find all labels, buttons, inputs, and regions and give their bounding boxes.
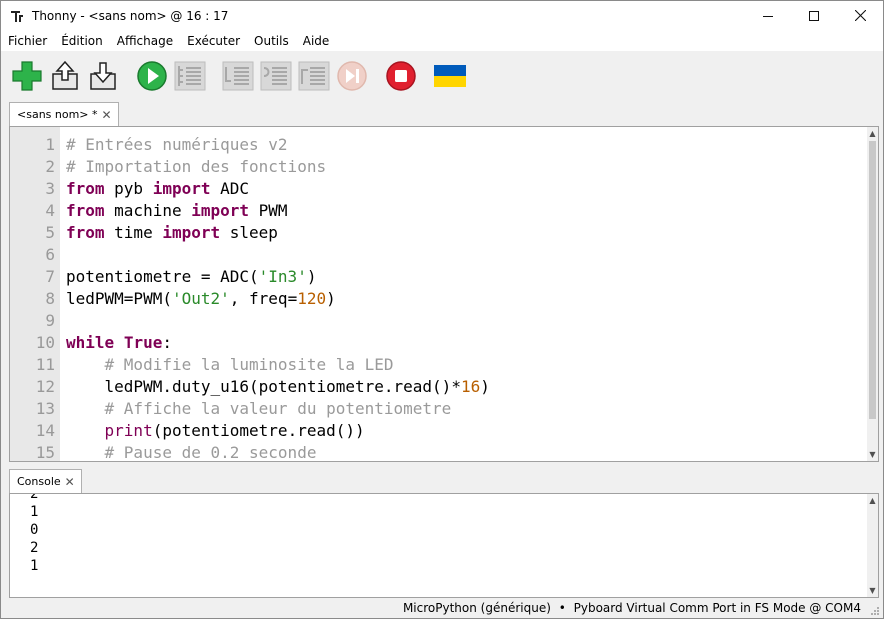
new-file-button[interactable]: [11, 60, 43, 92]
line-number: 10: [35, 333, 55, 352]
interpreter-label: MicroPython (générique): [402, 601, 551, 615]
menu-bar: Fichier Édition Affichage Exécuter Outil…: [1, 32, 883, 51]
scroll-down-icon[interactable]: ▼: [868, 450, 877, 459]
resume-icon: [336, 60, 368, 92]
line-number-gutter: 1 2 3 4 5 6 7 8 9 10 11 12 13 14 15: [10, 127, 60, 461]
minimize-button[interactable]: [745, 1, 791, 32]
console-tab-label: Console: [17, 475, 61, 488]
code-line[interactable]: print(potentiometre.read()): [66, 420, 365, 442]
resume-button[interactable]: [336, 60, 368, 92]
code-line[interactable]: from time import sleep: [66, 222, 278, 244]
maximize-icon: [809, 9, 819, 25]
console-line: 0: [30, 522, 39, 538]
code-editor[interactable]: 1 2 3 4 5 6 7 8 9 10 11 12 13 14 15 # En…: [9, 126, 879, 462]
code-line[interactable]: # Pause de 0.2 seconde: [66, 442, 317, 461]
ukraine-flag-icon: [434, 60, 466, 92]
status-separator: •: [558, 601, 566, 615]
close-icon[interactable]: ✕: [102, 104, 112, 126]
save-icon: [87, 60, 119, 92]
scroll-up-icon[interactable]: ▲: [868, 129, 877, 138]
console-line: 2: [30, 540, 39, 556]
console-line: 2: [30, 493, 39, 502]
maximize-button[interactable]: [791, 1, 837, 32]
resize-grip-icon[interactable]: [870, 605, 880, 615]
thonny-logo-icon: [10, 9, 25, 24]
line-number: 3: [45, 179, 55, 198]
plus-icon: [11, 60, 43, 92]
code-line[interactable]: ledPWM=PWM('Out2', freq=120): [66, 288, 336, 310]
open-icon: [49, 60, 81, 92]
save-file-button[interactable]: [87, 60, 119, 92]
thonny-window: Thonny - <sans nom> @ 16 : 17 Fichier Éd…: [0, 0, 884, 619]
line-number: 8: [45, 289, 55, 308]
line-number: 13: [35, 399, 55, 418]
run-button[interactable]: [136, 60, 168, 92]
menu-edition[interactable]: Édition: [54, 32, 110, 51]
menu-affichage[interactable]: Affichage: [110, 32, 180, 51]
line-number: 14: [35, 421, 55, 440]
line-number: 5: [45, 223, 55, 242]
line-number: 2: [45, 157, 55, 176]
console-tab[interactable]: Console ✕: [9, 469, 82, 494]
editor-scrollbar[interactable]: ▲ ▼: [867, 127, 878, 461]
close-button[interactable]: [837, 1, 883, 32]
editor-tab-label: <sans nom> *: [17, 108, 98, 121]
console-line: 1: [30, 504, 39, 520]
debug-button[interactable]: [174, 60, 206, 92]
menu-aide[interactable]: Aide: [296, 32, 337, 51]
step-out-icon: [298, 60, 330, 92]
line-number: 7: [45, 267, 55, 286]
line-number: 9: [45, 311, 55, 330]
code-line[interactable]: # Modifie la luminosite la LED: [66, 354, 394, 376]
code-line[interactable]: while True:: [66, 332, 172, 354]
toolbar: [1, 51, 883, 101]
line-number: 6: [45, 245, 55, 264]
code-line[interactable]: # Affiche la valeur du potentiometre: [66, 398, 452, 420]
run-icon: [136, 60, 168, 92]
console-output[interactable]: 2 1 0 2 1 ▲ ▼: [9, 493, 879, 598]
ukraine-flag-button[interactable]: [434, 60, 466, 92]
scroll-down-icon[interactable]: ▼: [868, 586, 877, 595]
menu-fichier[interactable]: Fichier: [1, 32, 54, 51]
code-area[interactable]: # Entrées numériques v2 # Importation de…: [66, 127, 866, 461]
debug-icon: [174, 60, 206, 92]
step-over-icon: [222, 60, 254, 92]
editor-tab[interactable]: <sans nom> * ✕: [9, 102, 119, 127]
line-number: 12: [35, 377, 55, 396]
minimize-icon: [763, 9, 773, 25]
stop-icon: [385, 60, 417, 92]
line-number: 4: [45, 201, 55, 220]
stop-button[interactable]: [385, 60, 417, 92]
scroll-up-icon[interactable]: ▲: [868, 496, 877, 505]
close-icon[interactable]: ✕: [65, 471, 75, 493]
close-icon: [854, 9, 866, 25]
code-line[interactable]: ledPWM.duty_u16(potentiometre.read()*16): [66, 376, 490, 398]
step-over-button[interactable]: [222, 60, 254, 92]
open-file-button[interactable]: [49, 60, 81, 92]
step-into-button[interactable]: [260, 60, 292, 92]
port-label: Pyboard Virtual Comm Port in FS Mode @ C…: [573, 601, 861, 615]
line-number: 11: [35, 355, 55, 374]
step-out-button[interactable]: [298, 60, 330, 92]
status-interpreter[interactable]: MicroPython (générique) • Pyboard Virtua…: [403, 601, 861, 616]
line-number: 1: [45, 135, 55, 154]
code-line[interactable]: from pyb import ADC: [66, 178, 249, 200]
console-line: 1: [30, 558, 39, 574]
status-bar: MicroPython (générique) • Pyboard Virtua…: [1, 599, 883, 618]
title-bar[interactable]: Thonny - <sans nom> @ 16 : 17: [1, 1, 883, 32]
menu-outils[interactable]: Outils: [247, 32, 296, 51]
code-line[interactable]: # Entrées numériques v2: [66, 134, 288, 156]
code-line[interactable]: from machine import PWM: [66, 200, 288, 222]
console-scrollbar[interactable]: ▲ ▼: [867, 494, 878, 597]
step-into-icon: [260, 60, 292, 92]
scrollbar-thumb[interactable]: [869, 141, 876, 419]
menu-executer[interactable]: Exécuter: [180, 32, 247, 51]
window-title: Thonny - <sans nom> @ 16 : 17: [32, 9, 229, 23]
code-line[interactable]: potentiometre = ADC('In3'): [66, 266, 316, 288]
code-line[interactable]: # Importation des fonctions: [66, 156, 326, 178]
line-number: 15: [35, 443, 55, 462]
